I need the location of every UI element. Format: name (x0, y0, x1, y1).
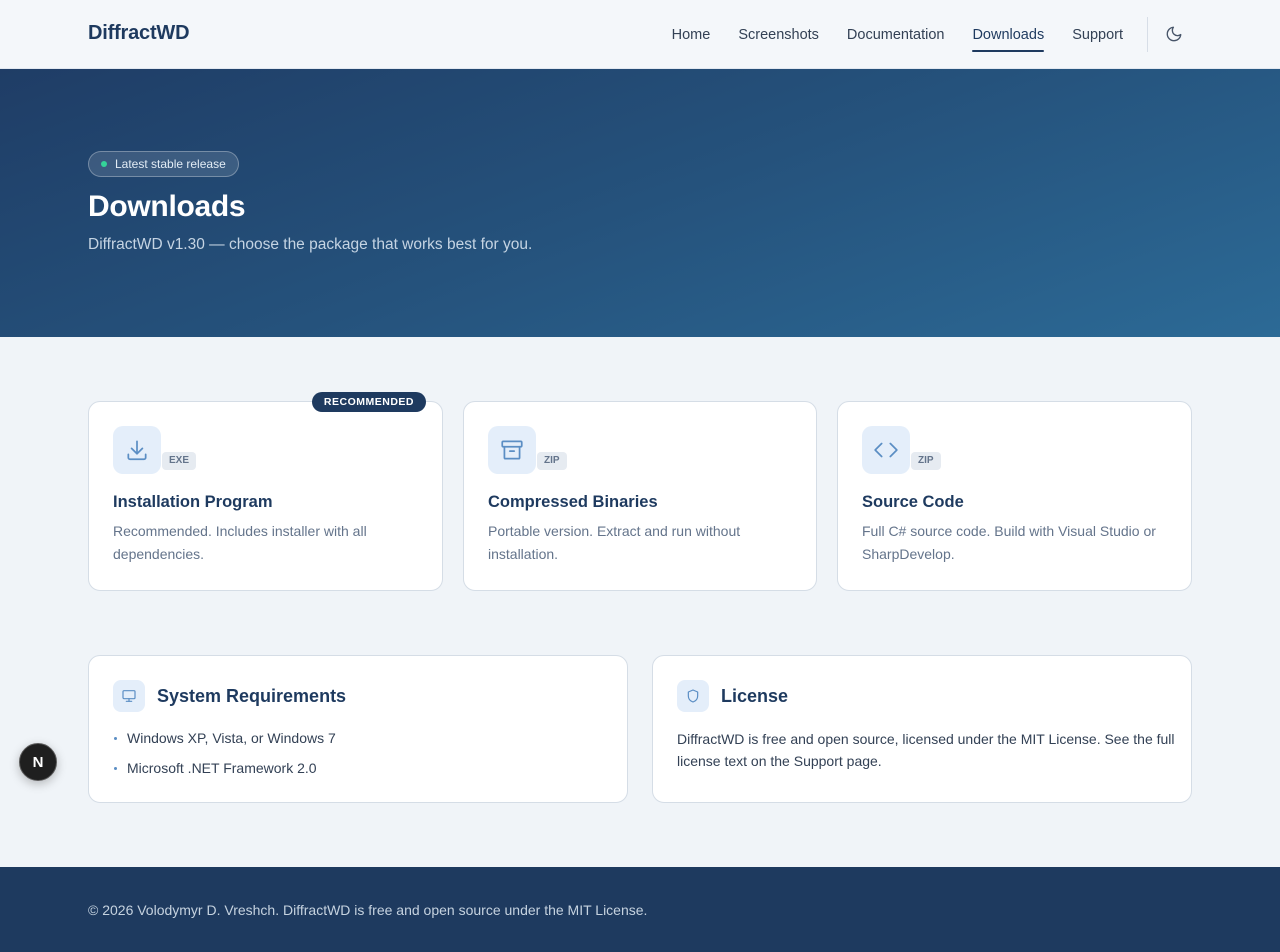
file-type-chip: ZIP (911, 452, 941, 470)
recommended-badge: RECOMMENDED (311, 392, 426, 412)
card-description: Recommended. Includes installer with all… (113, 523, 367, 562)
archive-icon (501, 440, 523, 460)
page-footer: © 2026 Volodymyr D. Vreshch. DiffractWD … (0, 867, 1280, 952)
nav-divider (1147, 17, 1148, 52)
code-icon (874, 442, 898, 458)
system-requirements-panel: System Requirements Windows XP, Vista, o… (88, 655, 628, 803)
card-title: Installation Program (113, 493, 273, 511)
page-subtitle: DiffractWD v1.30 — choose the package th… (88, 236, 533, 253)
bullet-icon (114, 737, 117, 740)
download-icon (127, 440, 147, 461)
shield-icon-tile (677, 680, 709, 712)
card-title: Compressed Binaries (488, 493, 658, 511)
floating-n-button[interactable]: N (19, 743, 57, 781)
download-card-installer[interactable]: RECOMMENDED EXE Installation Program Rec… (88, 392, 443, 591)
file-type-chip: EXE (162, 452, 197, 470)
nav-documentation[interactable]: Documentation (847, 21, 945, 49)
footer-copyright: © 2026 Volodymyr D. Vreshch. DiffractWD … (88, 902, 648, 918)
download-card-binaries[interactable]: ZIP Compressed Binaries Portable version… (463, 401, 817, 591)
release-badge-label: Latest stable release (115, 157, 226, 171)
shield-icon (687, 689, 699, 703)
card-description: Full C# source code. Build with Visual S… (862, 523, 1156, 562)
panel-title: System Requirements (157, 686, 347, 706)
release-badge: Latest stable release (88, 151, 239, 177)
requirements-list: Windows XP, Vista, or Windows 7 Microsof… (113, 728, 336, 788)
nav-screenshots[interactable]: Screenshots (738, 21, 819, 49)
license-text: DiffractWD is free and open source, lice… (677, 731, 1175, 769)
brand-logo[interactable]: DiffractWD (88, 22, 190, 45)
theme-toggle-button[interactable] (1160, 20, 1188, 48)
monitor-icon-tile (113, 680, 145, 712)
bullet-icon (114, 767, 117, 770)
archive-icon-tile (488, 426, 536, 474)
top-navbar: DiffractWD Home Screenshots Documentatio… (0, 0, 1280, 69)
nav-support[interactable]: Support (1072, 21, 1123, 49)
main-nav: Home Screenshots Documentation Downloads… (672, 0, 1123, 69)
file-type-chip: ZIP (537, 452, 567, 470)
status-dot-icon (101, 161, 107, 167)
monitor-icon (122, 690, 136, 702)
moon-icon (1166, 26, 1182, 42)
license-panel: License DiffractWD is free and open sour… (652, 655, 1192, 803)
download-icon-tile (113, 426, 161, 474)
page-title: Downloads (88, 190, 246, 223)
requirement-text: Windows XP, Vista, or Windows 7 (127, 730, 336, 746)
nav-downloads[interactable]: Downloads (972, 21, 1044, 52)
list-item: Microsoft .NET Framework 2.0 (113, 758, 336, 788)
requirement-text: Microsoft .NET Framework 2.0 (127, 760, 317, 776)
hero-section: Latest stable release Downloads Diffract… (0, 69, 1280, 337)
code-icon-tile (862, 426, 910, 474)
card-description: Portable version. Extract and run withou… (488, 523, 741, 562)
list-item: Windows XP, Vista, or Windows 7 (113, 728, 336, 758)
download-card-source[interactable]: ZIP Source Code Full C# source code. Bui… (837, 401, 1192, 591)
card-title: Source Code (862, 493, 964, 511)
nav-home[interactable]: Home (672, 21, 711, 49)
panel-title: License (721, 686, 789, 706)
